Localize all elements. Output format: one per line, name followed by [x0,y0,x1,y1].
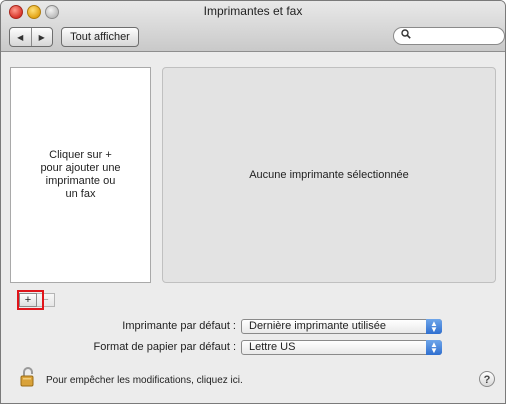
preferences-window: Imprimantes et fax ◀ ▶ Tout afficher Cli… [0,0,506,404]
search-field[interactable] [393,27,505,45]
help-button[interactable]: ? [479,371,495,387]
popup-arrows-icon: ▲ ▼ [426,340,442,355]
back-button[interactable]: ◀ [10,28,31,46]
titlebar: Imprimantes et fax ◀ ▶ Tout afficher [1,1,505,52]
forward-arrow-icon: ▶ [38,32,45,42]
default-printer-popup[interactable]: Dernière imprimante utilisée ▲ ▼ [241,319,442,334]
search-icon [401,29,411,42]
paper-size-label: Format de papier par défaut : [93,341,236,353]
paper-size-value: Lettre US [249,341,296,353]
back-forward-control: ◀ ▶ [9,27,53,47]
lock-message[interactable]: Pour empêcher les modifications, cliquez… [46,375,243,386]
lock-icon[interactable] [20,367,36,387]
popup-arrows-icon: ▲ ▼ [426,319,442,334]
printer-detail-pane: Aucune imprimante sélectionnée [162,67,496,283]
show-all-button[interactable]: Tout afficher [61,27,139,47]
no-selection-message: Aucune imprimante sélectionnée [249,169,409,181]
paper-size-popup[interactable]: Lettre US ▲ ▼ [241,340,442,355]
default-printer-label: Imprimante par défaut : [122,320,236,332]
default-printer-value: Dernière imprimante utilisée [249,320,386,332]
window-title: Imprimantes et fax [203,4,303,18]
forward-button[interactable]: ▶ [30,28,53,46]
back-arrow-icon: ◀ [17,32,24,42]
highlight-box [17,290,44,310]
printer-list-empty-hint: Cliquer sur + pour ajouter une imprimant… [40,149,121,200]
printer-list[interactable]: Cliquer sur + pour ajouter une imprimant… [10,67,151,283]
search-input[interactable] [414,29,494,43]
